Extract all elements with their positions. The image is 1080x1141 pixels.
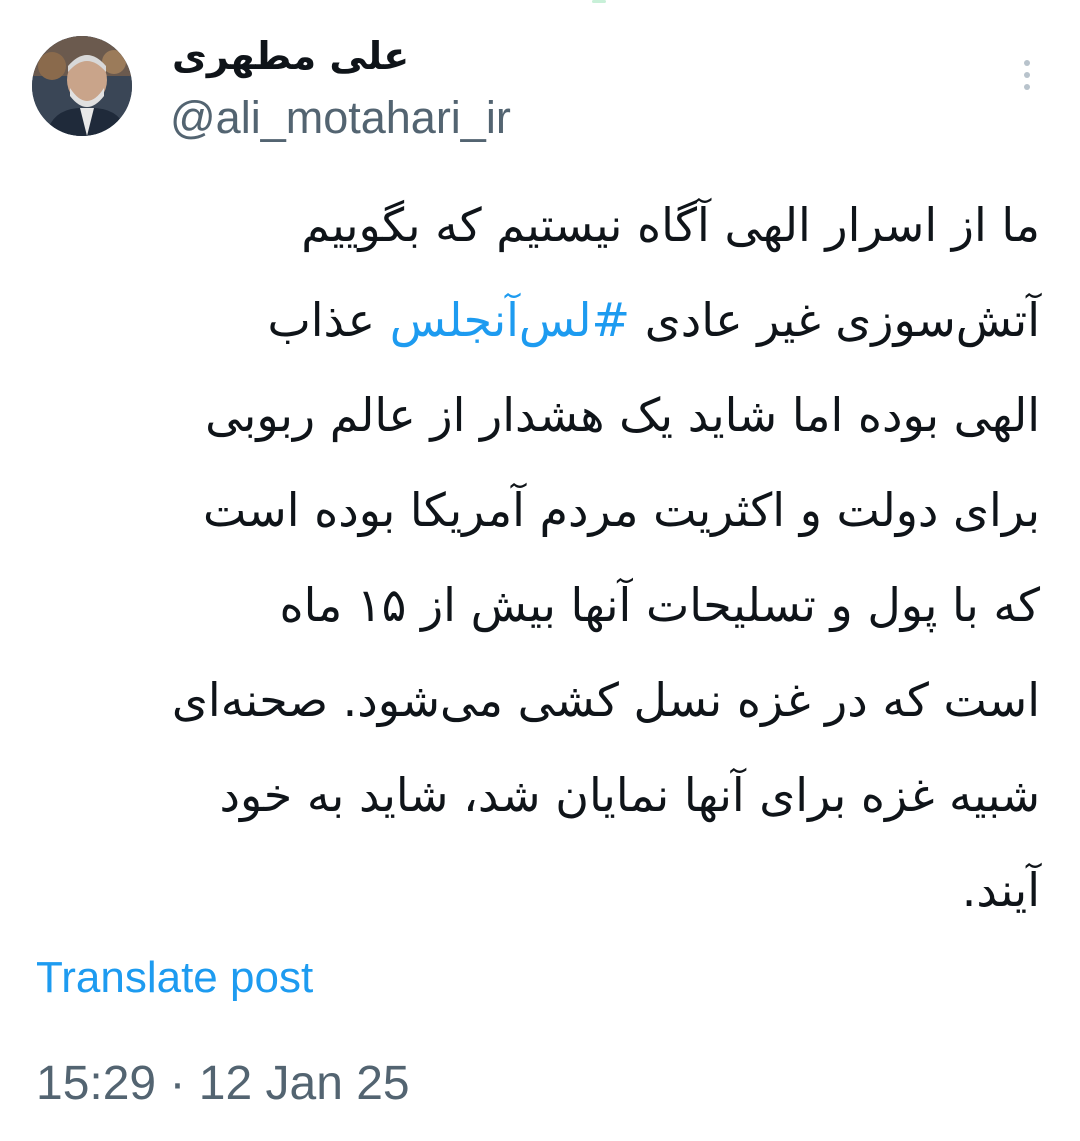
post-text-line: برای دولت و اکثریت مردم آمریکا بوده است	[40, 463, 1040, 558]
post-timestamp[interactable]: 15:29 · 12 Jan 25	[36, 1056, 410, 1112]
post-text-segment: که با پول و تسلیحات آنها بیش از ۱۵ ماه	[279, 578, 1040, 632]
post-text-line: آتش‌سوزی غیر عادی #لس‌آنجلس عذاب	[40, 273, 1040, 368]
post-text-segment: برای دولت و اکثریت مردم آمریکا بوده است	[203, 483, 1040, 537]
post-text-line: آیند.	[40, 843, 1040, 938]
post-text-line: ما از اسرار الهی آگاه نیستیم که بگوییم	[40, 178, 1040, 273]
post-card: علی مطهری @ali_motahari_ir ما از اسرار ا…	[0, 0, 1080, 1141]
hashtag-link[interactable]: #لس‌آنجلس	[390, 293, 630, 347]
avatar-photo	[32, 36, 132, 136]
more-vertical-icon[interactable]	[1016, 60, 1038, 100]
post-text: ما از اسرار الهی آگاه نیستیم که بگوییم آ…	[40, 178, 1040, 938]
avatar[interactable]	[32, 36, 132, 136]
more-dot	[1024, 84, 1030, 90]
author-handle[interactable]: @ali_motahari_ir	[170, 92, 511, 144]
post-text-line: است که در غزه نسل کشی می‌شود. صحنه‌ای	[40, 653, 1040, 748]
more-dot	[1024, 60, 1030, 66]
post-text-segment: آیند.	[961, 863, 1040, 917]
post-text-segment: آتش‌سوزی غیر عادی	[630, 293, 1040, 347]
post-text-segment: شبیه غزه برای آنها نمایان شد، شاید به خو…	[219, 768, 1040, 822]
post-text-segment: ما از اسرار الهی آگاه نیستیم که بگوییم	[301, 198, 1040, 252]
post-text-line: الهی بوده اما شاید یک هشدار از عالم ربوب…	[40, 368, 1040, 463]
post-header: علی مطهری @ali_motahari_ir	[0, 0, 1080, 160]
post-text-segment: است که در غزه نسل کشی می‌شود. صحنه‌ای	[171, 673, 1040, 727]
post-text-segment: عذاب	[267, 293, 390, 347]
more-dot	[1024, 72, 1030, 78]
post-text-segment: الهی بوده اما شاید یک هشدار از عالم ربوب…	[205, 388, 1040, 442]
translate-post-link[interactable]: Translate post	[36, 952, 313, 1004]
author-display-name[interactable]: علی مطهری	[172, 34, 409, 78]
post-text-line: که با پول و تسلیحات آنها بیش از ۱۵ ماه	[40, 558, 1040, 653]
post-text-line: شبیه غزه برای آنها نمایان شد، شاید به خو…	[40, 748, 1040, 843]
